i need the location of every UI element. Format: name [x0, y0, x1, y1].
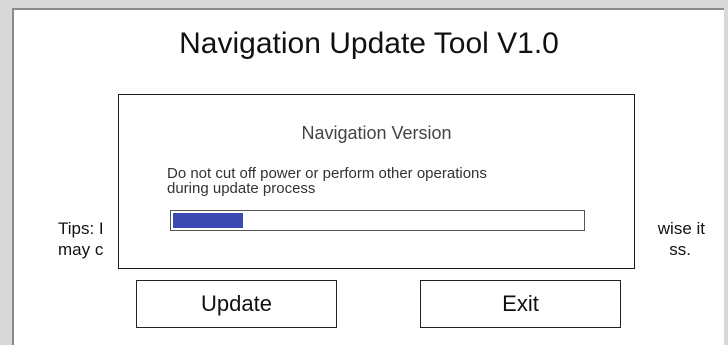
update-progress-fill — [173, 213, 243, 228]
update-progress-dialog: Navigation Version Do not cut off power … — [118, 94, 635, 269]
dialog-message-line1: Do not cut off power or perform other op… — [167, 165, 487, 182]
tips-line1-end: wise it — [657, 219, 705, 238]
dialog-title: Navigation Version — [301, 123, 452, 143]
dialog-message: Do not cut off power or perform other op… — [167, 166, 607, 196]
update-button[interactable]: Update — [136, 280, 337, 328]
tips-line1-start: Tips: I — [58, 219, 104, 238]
exit-button[interactable]: Exit — [420, 280, 621, 328]
tips-line2-end: ss. — [669, 240, 691, 259]
tips-line2-start: may c — [58, 240, 104, 259]
page-title: Navigation Update Tool V1.0 — [179, 27, 559, 60]
dialog-message-line2: during update process — [167, 180, 316, 197]
update-progress-bar — [170, 210, 585, 231]
